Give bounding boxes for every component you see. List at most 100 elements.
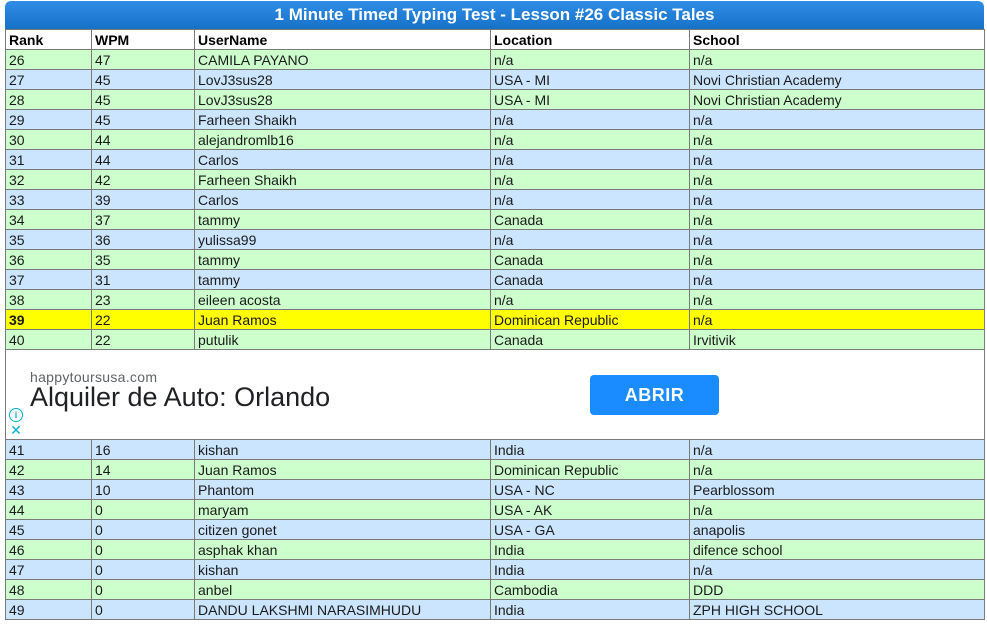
cell-username: alejandromlb16 (194, 129, 491, 150)
cell-username: DANDU LAKSHMI NARASIMHUDU (194, 599, 491, 620)
column-header-rank: Rank (5, 29, 92, 50)
table-row: 48 0 anbel Cambodia DDD (5, 579, 985, 600)
cell-wpm: 37 (91, 209, 195, 230)
cell-rank: 38 (5, 289, 92, 310)
cell-rank: 36 (5, 249, 92, 270)
cell-school: Pearblossom (689, 479, 985, 500)
table-row: 31 44 Carlos n/a n/a (5, 149, 985, 170)
cell-school: n/a (689, 149, 985, 170)
cell-location: Dominican Republic (490, 309, 690, 330)
cell-school: n/a (689, 499, 985, 520)
cell-username: citizen gonet (194, 519, 491, 540)
cell-wpm: 44 (91, 129, 195, 150)
cell-location: Canada (490, 249, 690, 270)
cell-wpm: 47 (91, 49, 195, 70)
ad-open-button[interactable]: ABRIR (590, 375, 719, 415)
cell-rank: 26 (5, 49, 92, 70)
cell-rank: 31 (5, 149, 92, 170)
cell-location: USA - GA (490, 519, 690, 540)
cell-username: tammy (194, 269, 491, 290)
cell-school: n/a (689, 269, 985, 290)
ad-banner[interactable]: happytoursusa.com Alquiler de Auto: Orla… (6, 350, 734, 439)
cell-school: n/a (689, 49, 985, 70)
cell-location: Canada (490, 329, 690, 350)
cell-location: India (490, 439, 690, 460)
ad-row-group: happytoursusa.com Alquiler de Auto: Orla… (5, 349, 985, 440)
cell-wpm: 16 (91, 439, 195, 460)
cell-rank: 39 (5, 309, 92, 330)
ad-info-icon[interactable]: i (9, 408, 23, 422)
cell-rank: 44 (5, 499, 92, 520)
ad-cell: happytoursusa.com Alquiler de Auto: Orla… (5, 349, 985, 440)
cell-wpm: 0 (91, 559, 195, 580)
cell-location: n/a (490, 229, 690, 250)
table-row: 38 23 eileen acosta n/a n/a (5, 289, 985, 310)
cell-location: n/a (490, 109, 690, 130)
cell-location: n/a (490, 189, 690, 210)
cell-location: n/a (490, 169, 690, 190)
results-panel: 1 Minute Timed Typing Test - Lesson #26 … (5, 1, 985, 620)
cell-location: n/a (490, 149, 690, 170)
cell-rank: 27 (5, 69, 92, 90)
cell-location: n/a (490, 129, 690, 150)
cell-school: n/a (689, 439, 985, 460)
cell-wpm: 10 (91, 479, 195, 500)
cell-wpm: 31 (91, 269, 195, 290)
cell-rank: 40 (5, 329, 92, 350)
table-row: 36 35 tammy Canada n/a (5, 249, 985, 270)
table-row: 40 22 putulik Canada Irvitivik (5, 329, 985, 350)
page-title: 1 Minute Timed Typing Test - Lesson #26 … (5, 1, 984, 29)
cell-username: yulissa99 (194, 229, 491, 250)
cell-rank: 46 (5, 539, 92, 560)
cell-username: LovJ3sus28 (194, 89, 491, 110)
column-header-username: UserName (194, 29, 491, 50)
table-row: 29 45 Farheen Shaikh n/a n/a (5, 109, 985, 130)
cell-school: n/a (689, 459, 985, 480)
cell-rank: 43 (5, 479, 92, 500)
cell-rank: 37 (5, 269, 92, 290)
cell-rank: 34 (5, 209, 92, 230)
cell-wpm: 45 (91, 69, 195, 90)
cell-username: Juan Ramos (194, 309, 491, 330)
table-row: 45 0 citizen gonet USA - GA anapolis (5, 519, 985, 540)
cell-location: USA - MI (490, 89, 690, 110)
cell-username: Carlos (194, 149, 491, 170)
cell-wpm: 36 (91, 229, 195, 250)
cell-wpm: 44 (91, 149, 195, 170)
table-row: 44 0 maryam USA - AK n/a (5, 499, 985, 520)
cell-wpm: 0 (91, 499, 195, 520)
ad-headline[interactable]: Alquiler de Auto: Orlando (30, 384, 330, 411)
cell-wpm: 0 (91, 539, 195, 560)
cell-wpm: 0 (91, 519, 195, 540)
cell-location: USA - AK (490, 499, 690, 520)
cell-location: USA - MI (490, 69, 690, 90)
cell-school: n/a (689, 249, 985, 270)
cell-wpm: 23 (91, 289, 195, 310)
cell-username: Farheen Shaikh (194, 109, 491, 130)
cell-username: tammy (194, 249, 491, 270)
column-header-wpm: WPM (91, 29, 195, 50)
cell-school: Novi Christian Academy (689, 69, 985, 90)
cell-wpm: 14 (91, 459, 195, 480)
cell-school: Irvitivik (689, 329, 985, 350)
ad-close-icon[interactable]: ✕ (9, 423, 23, 437)
cell-username: putulik (194, 329, 491, 350)
table-row: 39 22 Juan Ramos Dominican Republic n/a (5, 309, 985, 330)
table-row: 27 45 LovJ3sus28 USA - MI Novi Christian Aca… (5, 69, 985, 90)
cell-school: difence school (689, 539, 985, 560)
cell-school: DDD (689, 579, 985, 600)
cell-username: tammy (194, 209, 491, 230)
cell-school: n/a (689, 289, 985, 310)
cell-rank: 29 (5, 109, 92, 130)
cell-wpm: 22 (91, 309, 195, 330)
cell-wpm: 45 (91, 109, 195, 130)
table-row: 47 0 kishan India n/a (5, 559, 985, 580)
cell-username: Carlos (194, 189, 491, 210)
table-row: 37 31 tammy Canada n/a (5, 269, 985, 290)
cell-username: anbel (194, 579, 491, 600)
table-row: 41 16 kishan India n/a (5, 439, 985, 460)
cell-username: Phantom (194, 479, 491, 500)
table-row: 32 42 Farheen Shaikh n/a n/a (5, 169, 985, 190)
cell-rank: 47 (5, 559, 92, 580)
ad-row: happytoursusa.com Alquiler de Auto: Orla… (5, 349, 985, 440)
